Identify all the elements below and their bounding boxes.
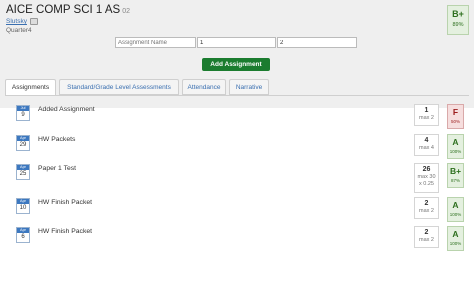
due-day: 29 (19, 142, 27, 148)
table-row[interactable]: Apr 10 HW Finish Packet 2 max 2 A 100% (0, 197, 474, 227)
grade-letter: F (452, 107, 459, 117)
table-row[interactable]: Apr 25 Paper 1 Test 26 max 30 x 0.25 B+ 87% (0, 163, 474, 197)
overall-grade: B+ (452, 9, 464, 19)
teacher-name[interactable]: Slutsky (6, 18, 27, 25)
calendar-icon: Apr 6 (16, 227, 30, 243)
grade-badge: A 100% (447, 134, 464, 159)
score-value[interactable]: 2 (415, 199, 438, 208)
grade-badge: B+ 87% (447, 163, 464, 188)
score-value[interactable]: 1 (415, 106, 438, 115)
assignment-name-input[interactable] (115, 37, 196, 48)
add-assignment-button[interactable]: Add Assignment (202, 58, 270, 71)
grade-badge: A 100% (447, 226, 464, 251)
grade-badge: F 50% (447, 104, 464, 129)
calendar-icon: Jul 9 (16, 105, 30, 121)
table-row[interactable]: Apr 29 HW Packets 4 max 4 A 100% (0, 134, 474, 164)
score-value[interactable]: 26 (415, 165, 438, 174)
course-title-text: AICE COMP SCI 1 AS (6, 4, 121, 16)
grade-letter: A (452, 200, 459, 210)
calendar-icon: Apr 10 (16, 198, 30, 214)
score-value[interactable]: 4 (415, 136, 438, 145)
calendar-icon: Apr 25 (16, 164, 30, 180)
score-box[interactable]: 2 max 2 (414, 226, 439, 248)
score-weight: x 0.25 (419, 181, 434, 187)
course-section: 02 (122, 8, 130, 15)
score-max: max 2 (419, 115, 434, 121)
assignment-name[interactable]: Paper 1 Test (38, 165, 76, 172)
assignment-name[interactable]: Added Assignment (38, 106, 95, 113)
score-max: max 4 (419, 145, 434, 151)
due-day: 6 (21, 234, 25, 240)
score-box[interactable]: 4 max 4 (414, 134, 439, 156)
grade-badge: A 100% (447, 197, 464, 222)
score-max: max 2 (419, 208, 434, 214)
due-day: 9 (21, 112, 25, 118)
table-row[interactable]: Apr 6 HW Finish Packet 2 max 2 A 100% (0, 226, 474, 256)
term-label: Quarter4 (6, 27, 32, 34)
grade-letter: A (452, 229, 459, 239)
assignment-name[interactable]: HW Finish Packet (38, 228, 92, 235)
grade-percent: 50% (450, 119, 460, 124)
score-max: max 2 (419, 237, 434, 243)
grade-percent: 87% (450, 178, 460, 183)
table-row[interactable]: Jul 9 Added Assignment 1 max 2 F 50% (0, 104, 474, 134)
print-icon[interactable] (29, 18, 38, 25)
grade-percent: 100% (449, 241, 462, 246)
overall-grade-badge: B+ 89% (447, 5, 469, 35)
calendar-icon: Apr 29 (16, 135, 30, 151)
grade-letter: A (452, 137, 459, 147)
grade-percent: 100% (449, 149, 462, 154)
course-title: AICE COMP SCI 1 AS 02 (6, 4, 130, 16)
tab-standard-grade-level-assessments[interactable]: Standard/Grade Level Assessments (59, 79, 179, 95)
score-box[interactable]: 2 max 2 (414, 197, 439, 219)
tab-narrative[interactable]: Narrative (229, 79, 269, 95)
score-box[interactable]: 1 max 2 (414, 104, 439, 126)
assignment-field-1[interactable] (197, 37, 276, 48)
assignment-field-2[interactable] (277, 37, 357, 48)
grade-percent: 100% (449, 212, 462, 217)
score-box[interactable]: 26 max 30 x 0.25 (414, 163, 439, 193)
score-max: max 30 (417, 174, 436, 180)
teacher-link[interactable]: Slutsky (6, 18, 38, 25)
overall-percent: 89% (452, 22, 464, 28)
due-day: 25 (19, 171, 27, 177)
assignment-name[interactable]: HW Packets (38, 136, 75, 143)
tab-divider (5, 95, 469, 96)
assignment-name[interactable]: HW Finish Packet (38, 199, 92, 206)
tab-attendance[interactable]: Attendance (182, 79, 226, 95)
score-value[interactable]: 2 (415, 228, 438, 237)
due-day: 10 (19, 205, 27, 211)
grade-letter: B+ (449, 166, 462, 176)
tab-assignments[interactable]: Assignments (5, 79, 56, 96)
